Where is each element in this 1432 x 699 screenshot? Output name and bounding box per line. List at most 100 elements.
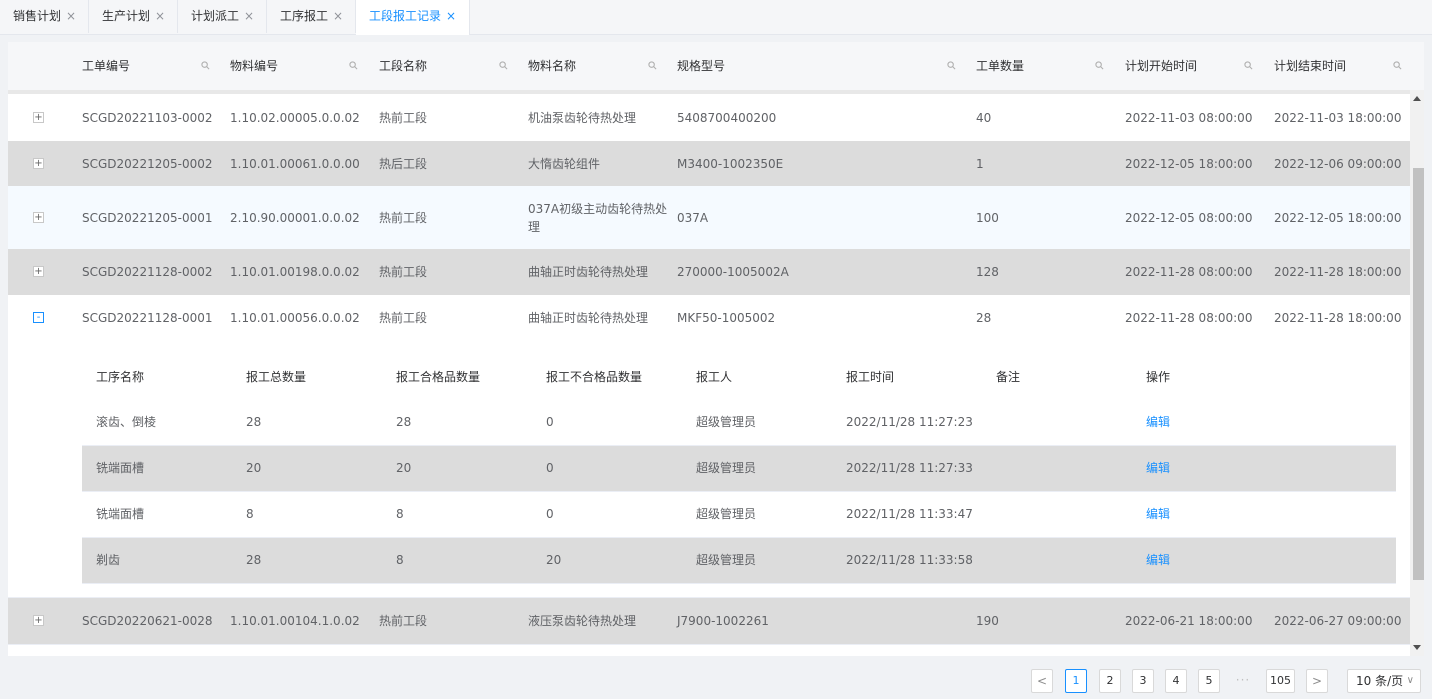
cell-reporter: 超级管理员: [696, 553, 757, 567]
cell-section-name: 热前工段: [379, 210, 428, 225]
search-icon[interactable]: [201, 61, 210, 70]
cell-report-total: 8: [246, 507, 254, 521]
edit-link[interactable]: 编辑: [1146, 446, 1170, 491]
table-row[interactable]: + SCGD20221205-0001 2.10.90.00001.0.0.02…: [8, 186, 1410, 250]
cell-spec: M3400-1002350E: [677, 156, 784, 171]
search-icon[interactable]: [947, 61, 956, 70]
cell-material-no: 1.10.02.00005.0.0.02: [230, 110, 360, 125]
chevron-down-icon: ∨: [1406, 675, 1414, 686]
cell-section-name: 热前工段: [379, 310, 428, 325]
cell-spec: 037A: [677, 210, 709, 225]
page-button-2[interactable]: 2: [1099, 669, 1121, 693]
cell-plan-end: 2022-11-03 18:00:00: [1274, 110, 1402, 125]
expand-icon[interactable]: +: [33, 266, 44, 277]
cell-report-total: 28: [246, 415, 262, 429]
header-action: 操作: [1146, 370, 1171, 384]
cell-plan-start: 2022-11-03 08:00:00: [1125, 110, 1253, 125]
cell-plan-end: 2022-11-28 18:00:00: [1274, 310, 1402, 325]
expand-icon[interactable]: +: [33, 112, 44, 123]
header-report-time: 报工时间: [846, 370, 895, 384]
expand-icon[interactable]: +: [33, 158, 44, 169]
cell-section-name: 热前工段: [379, 614, 428, 628]
cell-plan-end: 2022-12-05 18:00:00: [1274, 210, 1402, 225]
cell-spec: 270000-1005002A: [677, 265, 789, 279]
table-row[interactable]: + SCGD20220621-0028 1.10.01.00104.1.0.02…: [8, 598, 1410, 645]
cell-material-no: 1.10.01.00198.0.0.02: [230, 265, 360, 279]
cell-plan-end: 2022-11-28 18:00:00: [1274, 265, 1402, 279]
page-button-1[interactable]: 1: [1065, 669, 1087, 693]
header-remark: 备注: [996, 370, 1021, 384]
cell-order-no: SCGD20221128-0002: [82, 265, 213, 279]
cell-process-name: 铣端面槽: [96, 461, 145, 475]
cell-material-name: 曲轴正时齿轮待热处理: [528, 310, 649, 325]
tab-production-plan[interactable]: 生产计划 ×: [89, 0, 178, 33]
tab-plan-dispatch[interactable]: 计划派工 ×: [178, 0, 267, 33]
header-report-total: 报工总数量: [246, 370, 307, 384]
table-row[interactable]: + SCGD20221128-0002 1.10.01.00198.0.0.02…: [8, 249, 1410, 296]
cell-material-no: 2.10.90.00001.0.0.02: [230, 210, 360, 225]
cell-material-name: 曲轴正时齿轮待热处理: [528, 265, 649, 279]
page-button-last[interactable]: 105: [1266, 669, 1295, 693]
expand-icon[interactable]: +: [33, 212, 44, 223]
cell-reporter: 超级管理员: [696, 461, 757, 475]
cell-order-no: SCGD20221128-0001: [82, 310, 213, 325]
close-icon[interactable]: ×: [155, 9, 165, 23]
report-detail-header: 工序名称 报工总数量 报工合格品数量 报工不合格品数量 报工人 报工时间 备注 …: [82, 354, 1396, 401]
scroll-down-arrow[interactable]: [1413, 645, 1421, 650]
report-detail-row: 铣端面槽 20 20 0 超级管理员 2022/11/28 11:27:33 编…: [82, 446, 1396, 492]
search-icon[interactable]: [349, 61, 358, 70]
close-icon[interactable]: ×: [333, 9, 343, 23]
page-button-4[interactable]: 4: [1165, 669, 1187, 693]
cell-material-name: 037A初级主动齿轮待热处理: [528, 201, 668, 234]
tab-section-report-record[interactable]: 工段报工记录 ×: [356, 0, 470, 35]
edit-link[interactable]: 编辑: [1146, 400, 1170, 445]
scroll-up-arrow[interactable]: [1413, 96, 1421, 101]
search-icon[interactable]: [648, 61, 657, 70]
cell-process-name: 剃齿: [96, 553, 121, 567]
scrollbar-thumb[interactable]: [1413, 168, 1424, 580]
tab-label: 工段报工记录: [369, 9, 442, 23]
cell-reporter: 超级管理员: [696, 415, 757, 429]
close-icon[interactable]: ×: [244, 9, 254, 23]
tab-sales-plan[interactable]: 销售计划 ×: [0, 0, 89, 33]
cell-order-qty: 28: [976, 310, 992, 325]
header-process-name: 工序名称: [96, 370, 145, 384]
table-row[interactable]: + SCGD20221205-0002 1.10.01.00061.0.0.00…: [8, 141, 1410, 187]
cell-report-bad: 0: [546, 507, 554, 521]
cell-order-no: SCGD20220621-0028: [82, 614, 213, 628]
tab-label: 计划派工: [191, 9, 240, 23]
close-icon[interactable]: ×: [446, 9, 456, 23]
close-icon[interactable]: ×: [66, 9, 76, 23]
search-icon[interactable]: [1244, 61, 1253, 70]
expand-icon[interactable]: +: [33, 615, 44, 626]
table-row[interactable]: - SCGD20221128-0001 1.10.01.00056.0.0.02…: [8, 295, 1410, 341]
report-detail-row: 剃齿 28 8 20 超级管理员 2022/11/28 11:33:58 编辑: [82, 538, 1396, 584]
cell-plan-start: 2022-11-28 08:00:00: [1125, 265, 1253, 279]
edit-link[interactable]: 编辑: [1146, 538, 1170, 583]
header-plan-start: 计划开始时间: [1125, 59, 1198, 73]
report-detail-row: 铣端面槽 8 8 0 超级管理员 2022/11/28 11:33:47 编辑: [82, 492, 1396, 538]
edit-link[interactable]: 编辑: [1146, 492, 1170, 537]
cell-report-bad: 0: [546, 461, 554, 475]
report-detail-panel: 工序名称 报工总数量 报工合格品数量 报工不合格品数量 报工人 报工时间 备注 …: [8, 340, 1410, 598]
page-button-3[interactable]: 3: [1132, 669, 1154, 693]
search-icon[interactable]: [499, 61, 508, 70]
cell-material-name: 大惰齿轮组件: [528, 156, 601, 171]
cell-report-time: 2022/11/28 11:27:33: [846, 461, 973, 475]
next-page-button[interactable]: >: [1306, 669, 1328, 693]
tab-label: 销售计划: [13, 9, 62, 23]
collapse-icon[interactable]: -: [33, 312, 44, 323]
tab-label: 生产计划: [102, 9, 151, 23]
page-ellipsis[interactable]: ···: [1232, 669, 1254, 693]
search-icon[interactable]: [1393, 61, 1402, 70]
prev-page-button[interactable]: <: [1031, 669, 1053, 693]
page-button-5[interactable]: 5: [1198, 669, 1220, 693]
tab-process-report[interactable]: 工序报工 ×: [267, 0, 356, 33]
cell-report-bad: 20: [546, 553, 562, 567]
vertical-scrollbar[interactable]: [1410, 90, 1424, 656]
search-icon[interactable]: [1095, 61, 1104, 70]
page-size-select[interactable]: 10 条/页 ∨: [1347, 669, 1421, 693]
header-material-no: 物料编号: [230, 59, 279, 73]
table-row[interactable]: + SCGD20221103-0002 1.10.02.00005.0.0.02…: [8, 94, 1410, 142]
cell-plan-end: 2022-12-06 09:00:00: [1274, 156, 1402, 171]
